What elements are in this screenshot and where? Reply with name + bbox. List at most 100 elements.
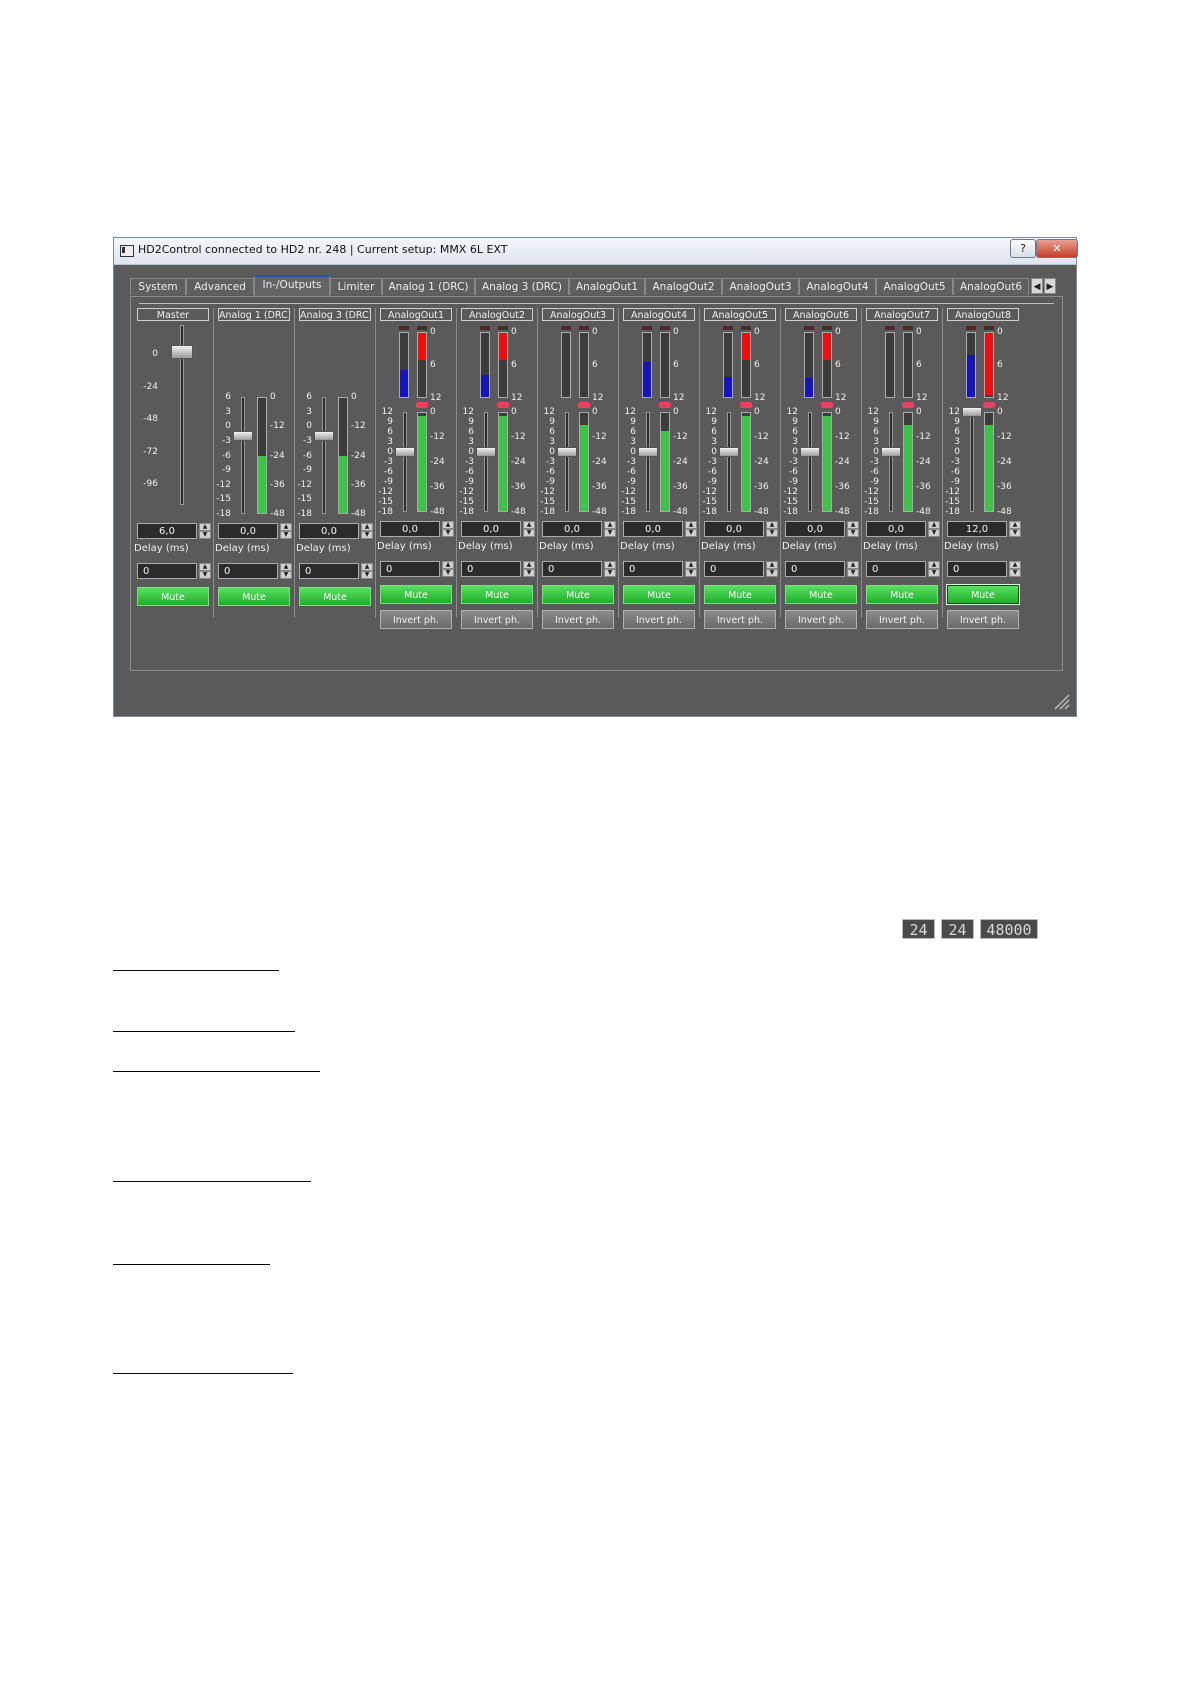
mute-button[interactable]: Mute (299, 587, 371, 606)
mute-button[interactable]: Mute (542, 585, 614, 604)
chevron-left-icon[interactable]: ◀ (1031, 278, 1043, 294)
resize-grip-icon[interactable] (1050, 690, 1070, 710)
delay-input[interactable]: 0 (785, 561, 845, 577)
delay-spinner[interactable]: ▲ ▼ (685, 561, 697, 577)
gain-spinner[interactable]: ▲ ▼ (361, 523, 373, 539)
tab-analogout3[interactable]: AnalogOut3 (722, 278, 799, 295)
spin-down-icon[interactable]: ▼ (199, 531, 211, 539)
spin-up-icon[interactable]: ▲ (361, 523, 373, 531)
spin-up-icon[interactable]: ▲ (1009, 561, 1021, 569)
mute-button[interactable]: Mute (623, 585, 695, 604)
delay-input[interactable]: 0 (137, 563, 197, 579)
tab-analogout5[interactable]: AnalogOut5 (876, 278, 953, 295)
spin-down-icon[interactable]: ▼ (685, 569, 697, 577)
gain-value-field[interactable]: 0,0 (785, 521, 845, 537)
gain-fader-track[interactable] (484, 412, 488, 512)
gain-fader-track[interactable] (808, 412, 812, 512)
mute-button[interactable]: Mute (946, 584, 1020, 605)
gain-fader-knob[interactable] (881, 447, 901, 457)
gain-spinner[interactable]: ▲ ▼ (928, 521, 940, 537)
spin-up-icon[interactable]: ▲ (928, 521, 940, 529)
delay-input[interactable]: 0 (866, 561, 926, 577)
spin-down-icon[interactable]: ▼ (442, 569, 454, 577)
gain-fader-track[interactable] (889, 412, 893, 512)
spin-down-icon[interactable]: ▼ (685, 529, 697, 537)
gain-fader-knob[interactable] (557, 447, 577, 457)
delay-input[interactable]: 0 (461, 561, 521, 577)
tab-advanced[interactable]: Advanced (186, 278, 254, 295)
delay-spinner[interactable]: ▲ ▼ (523, 561, 535, 577)
gain-fader-track[interactable] (646, 412, 650, 512)
tab-limiter[interactable]: Limiter (330, 278, 382, 295)
invert-phase-button[interactable]: Invert ph. (380, 610, 452, 629)
spin-up-icon[interactable]: ▲ (523, 521, 535, 529)
delay-spinner[interactable]: ▲ ▼ (766, 561, 778, 577)
mute-button[interactable]: Mute (785, 585, 857, 604)
mute-button[interactable]: Mute (461, 585, 533, 604)
mute-button[interactable]: Mute (380, 585, 452, 604)
invert-phase-button[interactable]: Invert ph. (623, 610, 695, 629)
gain-value-field[interactable]: 0,0 (218, 523, 278, 539)
spin-down-icon[interactable]: ▼ (766, 529, 778, 537)
delay-input[interactable]: 0 (542, 561, 602, 577)
gain-fader-knob[interactable] (962, 407, 982, 417)
spin-down-icon[interactable]: ▼ (604, 529, 616, 537)
spin-down-icon[interactable]: ▼ (1009, 529, 1021, 537)
spin-up-icon[interactable]: ▲ (523, 561, 535, 569)
gain-spinner[interactable]: ▲ ▼ (1009, 521, 1021, 537)
delay-spinner[interactable]: ▲ ▼ (1009, 561, 1021, 577)
gain-value-field[interactable]: 0,0 (623, 521, 683, 537)
spin-up-icon[interactable]: ▲ (604, 561, 616, 569)
spin-down-icon[interactable]: ▼ (361, 571, 373, 579)
gain-spinner[interactable]: ▲ ▼ (280, 523, 292, 539)
delay-spinner[interactable]: ▲ ▼ (442, 561, 454, 577)
gain-value-field[interactable]: 6,0 (137, 523, 197, 539)
delay-input[interactable]: 0 (218, 563, 278, 579)
spin-up-icon[interactable]: ▲ (280, 523, 292, 531)
spin-down-icon[interactable]: ▼ (280, 571, 292, 579)
gain-fader-knob[interactable] (638, 447, 658, 457)
invert-phase-button[interactable]: Invert ph. (866, 610, 938, 629)
gain-fader-knob[interactable] (800, 447, 820, 457)
gain-spinner[interactable]: ▲ ▼ (685, 521, 697, 537)
spin-down-icon[interactable]: ▼ (928, 569, 940, 577)
spin-up-icon[interactable]: ▲ (766, 521, 778, 529)
chevron-right-icon[interactable]: ▶ (1044, 278, 1056, 294)
spin-down-icon[interactable]: ▼ (928, 529, 940, 537)
invert-phase-button[interactable]: Invert ph. (947, 610, 1019, 629)
tab-analogout1[interactable]: AnalogOut1 (569, 278, 645, 295)
spin-down-icon[interactable]: ▼ (604, 569, 616, 577)
master-fader-knob[interactable] (171, 345, 193, 359)
spin-down-icon[interactable]: ▼ (442, 529, 454, 537)
gain-value-field[interactable]: 0,0 (542, 521, 602, 537)
delay-input[interactable]: 0 (299, 563, 359, 579)
gain-fader-knob[interactable] (719, 447, 739, 457)
gain-fader-track[interactable] (565, 412, 569, 512)
spin-up-icon[interactable]: ▲ (604, 521, 616, 529)
spin-up-icon[interactable]: ▲ (685, 561, 697, 569)
spin-up-icon[interactable]: ▲ (442, 521, 454, 529)
invert-phase-button[interactable]: Invert ph. (785, 610, 857, 629)
help-button[interactable]: ? (1010, 239, 1036, 258)
spin-down-icon[interactable]: ▼ (280, 531, 292, 539)
mute-button[interactable]: Mute (218, 587, 290, 606)
spin-down-icon[interactable]: ▼ (1009, 569, 1021, 577)
spin-up-icon[interactable]: ▲ (280, 563, 292, 571)
gain-spinner[interactable]: ▲ ▼ (442, 521, 454, 537)
spin-down-icon[interactable]: ▼ (766, 569, 778, 577)
gain-fader-knob[interactable] (314, 430, 334, 441)
delay-spinner[interactable]: ▲ ▼ (847, 561, 859, 577)
spin-up-icon[interactable]: ▲ (766, 561, 778, 569)
spin-up-icon[interactable]: ▲ (685, 521, 697, 529)
gain-value-field[interactable]: 0,0 (704, 521, 764, 537)
gain-value-field[interactable]: 0,0 (380, 521, 440, 537)
tab-analog-1-drc[interactable]: Analog 1 (DRC) (382, 278, 475, 295)
gain-fader-knob[interactable] (233, 430, 253, 441)
spin-down-icon[interactable]: ▼ (847, 529, 859, 537)
delay-input[interactable]: 0 (704, 561, 764, 577)
spin-up-icon[interactable]: ▲ (847, 521, 859, 529)
close-button[interactable]: ✕ (1036, 239, 1078, 258)
delay-spinner[interactable]: ▲ ▼ (280, 563, 292, 579)
gain-fader-knob[interactable] (476, 447, 496, 457)
spin-up-icon[interactable]: ▲ (928, 561, 940, 569)
